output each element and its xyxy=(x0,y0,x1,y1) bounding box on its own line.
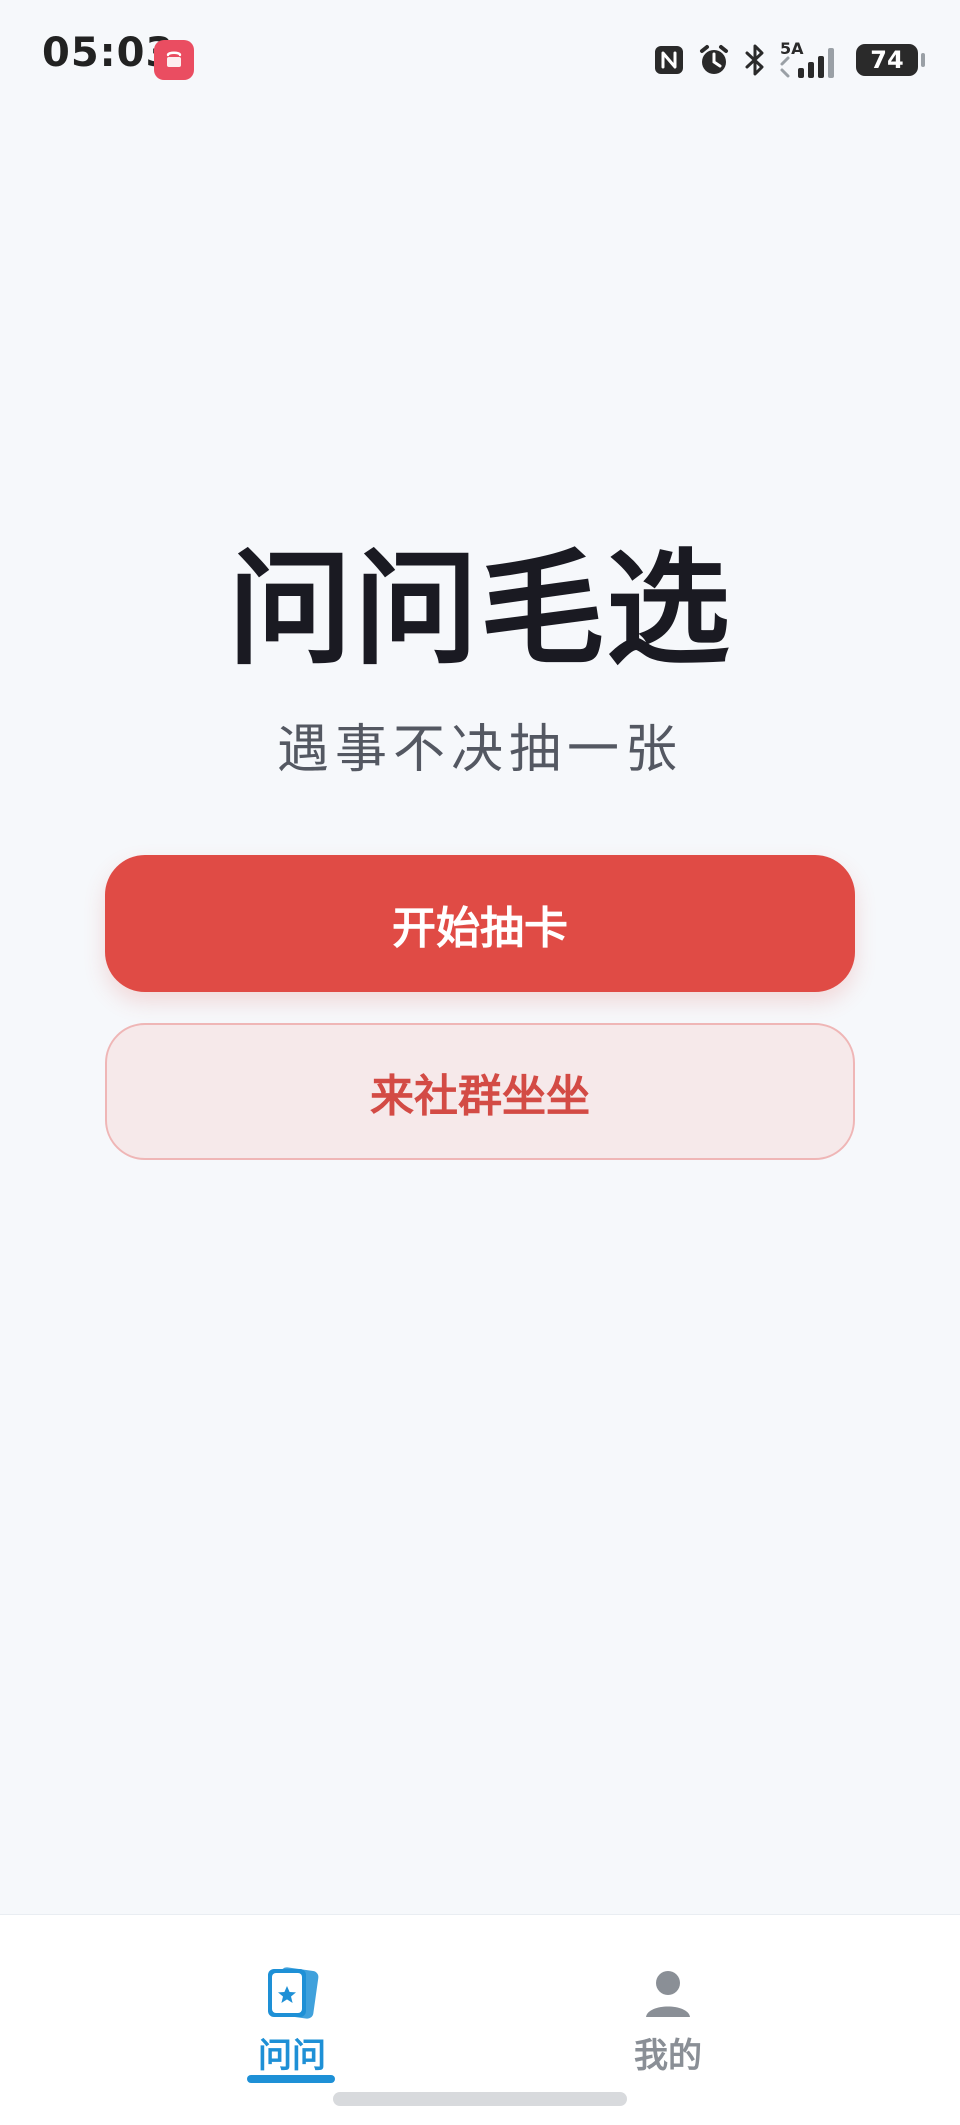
nav-item-profile[interactable]: 我的 xyxy=(558,1953,778,2093)
app-gallery-icon-glyph xyxy=(166,51,182,67)
signal-icon: 5A xyxy=(778,40,846,80)
signal-label: 5A xyxy=(780,40,804,58)
card-icon xyxy=(252,1953,332,2033)
home-indicator[interactable] xyxy=(333,2092,627,2106)
nfc-icon xyxy=(652,43,686,77)
app-subtitle: 遇事不决抽一张 xyxy=(276,720,683,780)
app-gallery-icon xyxy=(154,40,194,80)
user-icon xyxy=(628,1953,708,2033)
status-icons: 5A 74 xyxy=(652,36,925,84)
battery-level: 74 xyxy=(870,46,904,74)
status-bar: 05:03 5A 74 xyxy=(0,0,960,120)
battery-indicator: 74 xyxy=(856,44,925,76)
active-tab-underline xyxy=(247,2075,335,2083)
nav-label-profile: 我的 xyxy=(634,2036,702,2076)
app-title: 问问毛选 xyxy=(227,537,732,682)
start-draw-button[interactable]: 开始抽卡 xyxy=(105,855,855,992)
join-community-button[interactable]: 来社群坐坐 xyxy=(105,1023,855,1160)
nav-label-ask: 问问 xyxy=(258,2036,326,2076)
nav-item-ask[interactable]: 问问 xyxy=(182,1953,402,2093)
alarm-icon xyxy=(696,42,732,78)
bluetooth-icon xyxy=(742,42,768,78)
